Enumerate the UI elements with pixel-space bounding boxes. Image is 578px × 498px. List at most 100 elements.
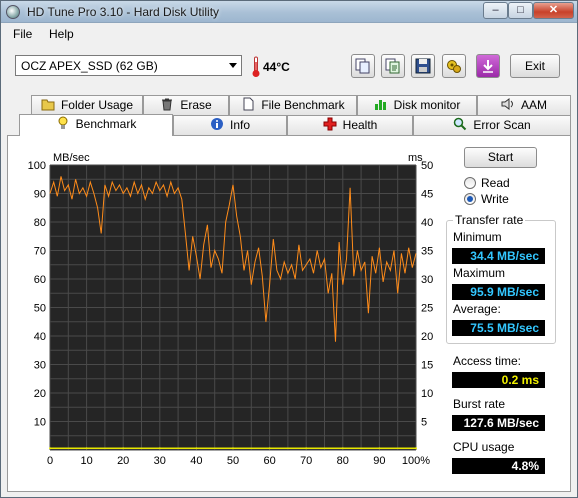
tab-health[interactable]: Health (287, 115, 413, 135)
y2-tick-label: 50 (421, 160, 433, 172)
maximum-value: 95.9 MB/sec (452, 284, 545, 300)
transfer-rate-title: Transfer rate (453, 213, 526, 227)
folder-icon (41, 99, 55, 111)
access-time-point (415, 447, 417, 450)
window-title: HD Tune Pro 3.10 - Hard Disk Utility (27, 5, 220, 19)
access-time-point (85, 447, 88, 450)
tab-folder-usage[interactable]: Folder Usage (31, 95, 143, 115)
y-tick-label: 60 (34, 274, 46, 286)
access-time-point (158, 447, 161, 450)
start-button[interactable]: Start (464, 147, 537, 168)
burst-rate-value: 127.6 MB/sec (452, 415, 545, 431)
title-bar[interactable]: HD Tune Pro 3.10 - Hard Disk Utility – □… (1, 1, 577, 23)
x-tick-label: 40 (190, 455, 202, 467)
y2-tick-label: 5 (421, 417, 427, 429)
save-button[interactable] (411, 54, 435, 78)
access-time-point (378, 447, 381, 450)
y2-tick-label: 25 (421, 303, 433, 315)
app-window: HD Tune Pro 3.10 - Hard Disk Utility – □… (0, 0, 578, 498)
menu-file[interactable]: File (13, 27, 32, 41)
lightbulb-icon (58, 116, 68, 129)
maximum-label: Maximum (453, 266, 506, 280)
chevron-down-icon (229, 63, 237, 68)
radio-read[interactable]: Read (464, 176, 510, 190)
y2-tick-label: 15 (421, 360, 433, 372)
x-tick-label: 100% (402, 455, 430, 467)
access-time-value: 0.2 ms (452, 372, 545, 388)
average-label: Average: (453, 302, 501, 316)
y2-tick-label: 40 (421, 217, 433, 229)
minimum-label: Minimum (453, 230, 502, 244)
access-time-point (232, 447, 234, 450)
copy-info-button[interactable] (381, 54, 405, 78)
radio-write-circle[interactable] (464, 193, 476, 205)
access-time-point (341, 447, 344, 450)
x-tick-label: 80 (337, 455, 349, 467)
access-time-point (268, 447, 271, 450)
y2-tick-label: 45 (421, 189, 433, 201)
menu-help[interactable]: Help (49, 27, 74, 41)
drive-select-value: OCZ APEX_SSD (62 GB) (21, 59, 158, 73)
y-tick-label: 90 (34, 189, 46, 201)
minimum-value: 34.4 MB/sec (452, 248, 545, 264)
download-arrow-icon (483, 60, 493, 73)
drive-select[interactable]: OCZ APEX_SSD (62 GB) (15, 55, 242, 76)
x-tick-label: 30 (154, 455, 166, 467)
benchmark-panel: MB/sec ms 10 20 30 40 50 60 70 80 90 100 5 10 15 20 25 30… (7, 135, 571, 492)
trash-icon (162, 98, 173, 111)
y2-tick-label: 10 (421, 388, 433, 400)
options-icon (447, 60, 461, 73)
access-time-label: Access time: (453, 354, 522, 368)
health-cross-icon (323, 117, 337, 131)
copy-icon (355, 58, 370, 74)
tab-info[interactable]: Info (173, 115, 287, 135)
chart-svg: MB/sec ms10203040506070809010051015202530… (28, 152, 434, 467)
copy-info-icon (385, 58, 400, 74)
y-tick-label: 40 (34, 331, 46, 343)
exit-button[interactable]: Exit (510, 54, 560, 78)
x-tick-label: 10 (80, 455, 92, 467)
x-tick-label: 0 (47, 455, 53, 467)
cpu-usage-value: 4.8% (452, 458, 545, 474)
x-tick-label: 90 (373, 455, 385, 467)
app-icon (6, 5, 20, 19)
access-time-point (195, 447, 198, 450)
y-tick-label: 30 (34, 360, 46, 372)
y-tick-label: 100 (28, 160, 46, 172)
tab-benchmark[interactable]: Benchmark (19, 114, 173, 136)
y2-tick-label: 20 (421, 331, 433, 343)
y-tick-label: 80 (34, 217, 46, 229)
burst-rate-label: Burst rate (453, 397, 506, 411)
radio-read-circle[interactable] (464, 177, 476, 189)
tab-aam[interactable]: AAM (477, 95, 571, 115)
save-icon (415, 58, 431, 74)
copy-button[interactable] (351, 54, 375, 78)
y-tick-label: 20 (34, 388, 46, 400)
access-time-point (305, 447, 308, 450)
cpu-usage-label: CPU usage (453, 440, 515, 454)
x-tick-label: 50 (227, 455, 239, 467)
average-value: 75.5 MB/sec (452, 320, 545, 336)
tab-erase[interactable]: Erase (143, 95, 229, 115)
options-button[interactable] (442, 54, 466, 78)
tab-disk-monitor[interactable]: Disk monitor (357, 95, 477, 115)
speaker-icon (501, 98, 513, 110)
maximize-button[interactable]: □ (508, 2, 533, 19)
x-tick-label: 60 (263, 455, 275, 467)
tab-error-scan[interactable]: Error Scan (413, 115, 571, 135)
menu-bar: File Help (1, 24, 577, 44)
access-time-point (49, 447, 51, 450)
magnifier-icon (454, 117, 467, 131)
radio-write[interactable]: Write (464, 192, 509, 206)
thermometer-icon (252, 56, 260, 77)
y-tick-label: 70 (34, 246, 46, 258)
y2-tick-label: 30 (421, 274, 433, 286)
y-tick-label: 10 (34, 417, 46, 429)
y2-tick-label: 35 (421, 246, 433, 258)
minimize-button[interactable]: – (483, 2, 508, 19)
benchmark-chart: MB/sec ms 10 20 30 40 50 60 70 80 90 100 5 10 15 20 25 30… (8, 136, 448, 476)
y-tick-label: 50 (34, 303, 46, 315)
close-button[interactable]: ✕ (533, 2, 574, 19)
download-button[interactable] (476, 54, 500, 78)
tab-file-benchmark[interactable]: File Benchmark (229, 95, 357, 115)
